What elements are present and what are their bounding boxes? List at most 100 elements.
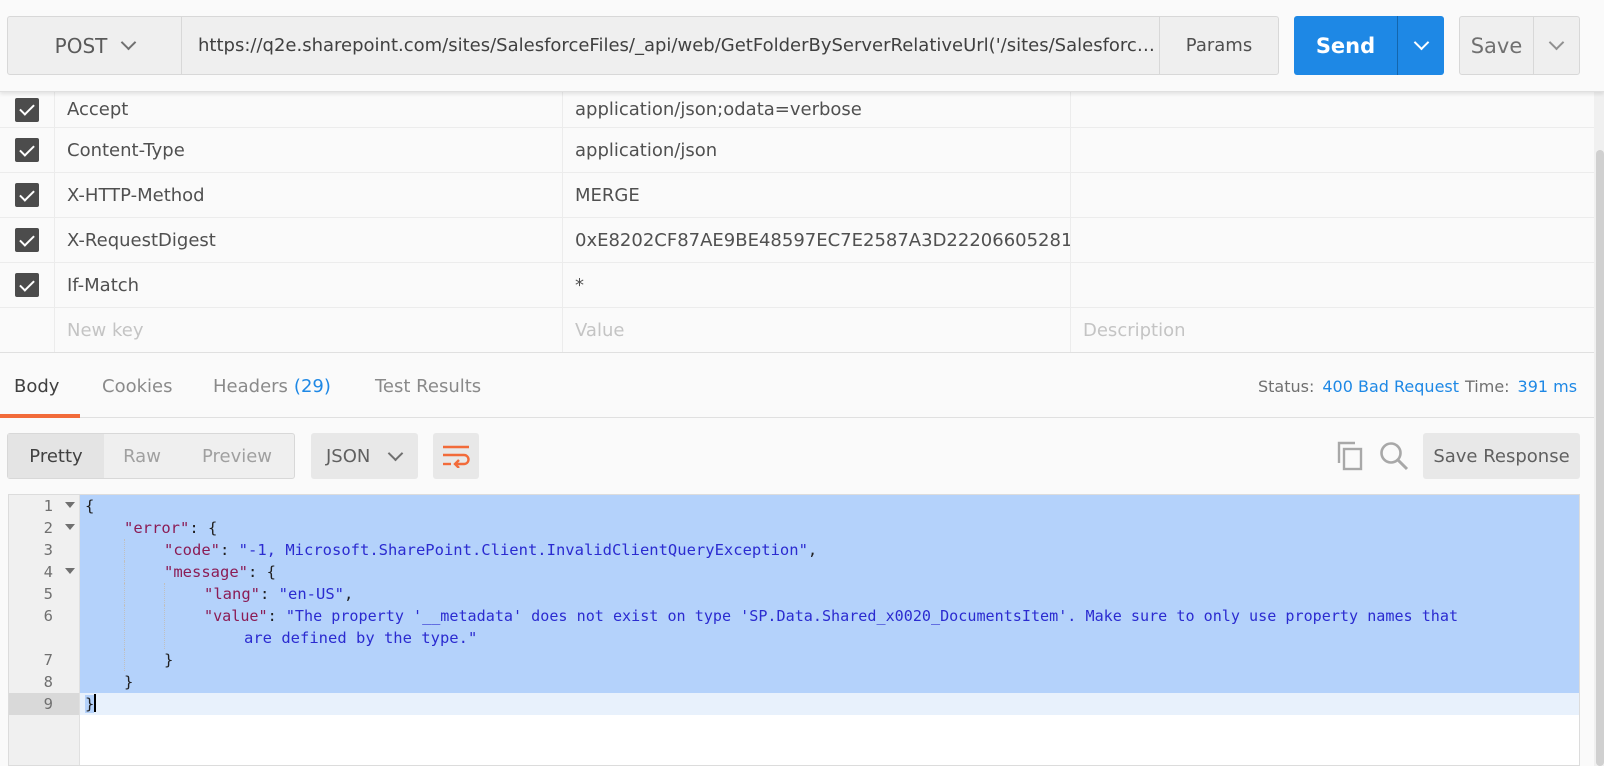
line-number: 3 bbox=[43, 541, 53, 559]
time-value: 391 ms bbox=[1517, 376, 1578, 396]
url-input[interactable]: https://q2e.sharepoint.com/sites/Salesfo… bbox=[182, 17, 1160, 74]
request-bar: POST https://q2e.sharepoint.com/sites/Sa… bbox=[0, 0, 1604, 92]
tab-headers[interactable]: Headers (29) bbox=[213, 353, 331, 419]
header-description[interactable] bbox=[1071, 263, 1594, 307]
header-key[interactable]: Content-Type bbox=[55, 128, 563, 172]
chevron-down-icon bbox=[121, 34, 137, 51]
save-dropdown-button[interactable] bbox=[1534, 17, 1579, 74]
new-key-input[interactable]: New key bbox=[55, 308, 563, 352]
code-text: } bbox=[124, 673, 134, 691]
line-number: 8 bbox=[43, 673, 53, 691]
header-value[interactable]: application/json;odata=verbose bbox=[563, 92, 1071, 127]
view-pretty-button[interactable]: Pretty bbox=[8, 434, 104, 478]
json-key: "code" bbox=[164, 541, 220, 559]
header-key[interactable]: X-RequestDigest bbox=[55, 218, 563, 262]
header-value[interactable]: 0xE8202CF87AE9BE48597EC7E2587A3D22206605… bbox=[563, 218, 1071, 262]
header-key[interactable]: X-HTTP-Method bbox=[55, 173, 563, 217]
url-text: https://q2e.sharepoint.com/sites/Salesfo… bbox=[198, 35, 1159, 56]
new-value-input[interactable]: Value bbox=[563, 308, 1071, 352]
header-checkbox[interactable] bbox=[15, 183, 39, 207]
json-key: "error" bbox=[124, 519, 190, 537]
tab-headers-label: Headers bbox=[213, 375, 288, 397]
url-group: POST https://q2e.sharepoint.com/sites/Sa… bbox=[7, 16, 1279, 75]
wrap-lines-icon bbox=[443, 445, 470, 468]
send-button[interactable]: Send bbox=[1294, 16, 1398, 75]
chevron-down-icon bbox=[388, 445, 404, 461]
header-key[interactable]: If-Match bbox=[55, 263, 563, 307]
fold-arrow-icon[interactable] bbox=[65, 524, 75, 530]
json-string: "The property '__metadata' does not exis… bbox=[285, 607, 1459, 625]
view-raw-button[interactable]: Raw bbox=[104, 434, 180, 478]
header-checkbox[interactable] bbox=[15, 138, 39, 162]
header-row: X-RequestDigest 0xE8202CF87AE9BE48597EC7… bbox=[0, 218, 1594, 263]
chevron-down-icon bbox=[1548, 34, 1565, 51]
fold-arrow-icon[interactable] bbox=[65, 568, 75, 574]
send-dropdown-button[interactable] bbox=[1398, 16, 1444, 75]
line-number: 9 bbox=[9, 693, 79, 715]
params-button[interactable]: Params bbox=[1160, 17, 1278, 74]
time-label: Time: bbox=[1465, 376, 1510, 396]
wrap-lines-button[interactable] bbox=[433, 433, 479, 479]
fold-arrow-icon[interactable] bbox=[65, 502, 75, 508]
view-mode-group: Pretty Raw Preview bbox=[7, 433, 295, 479]
json-key: "message" bbox=[164, 563, 248, 581]
method-select[interactable]: POST bbox=[8, 17, 182, 74]
header-checkbox[interactable] bbox=[15, 273, 39, 297]
code-line: } bbox=[80, 671, 1579, 693]
format-select[interactable]: JSON bbox=[311, 433, 418, 479]
response-body-editor[interactable]: 1 2 3 4 5 6 7 8 9 { "error": { "code": "… bbox=[8, 494, 1580, 766]
header-value[interactable]: application/json bbox=[563, 128, 1071, 172]
save-response-button[interactable]: Save Response bbox=[1423, 433, 1580, 479]
scrollbar-thumb[interactable] bbox=[1596, 150, 1604, 766]
chevron-down-icon bbox=[1413, 34, 1429, 51]
code-text: : bbox=[260, 585, 279, 603]
code-text: , bbox=[807, 541, 818, 559]
line-number: 6 bbox=[43, 607, 53, 625]
format-label: JSON bbox=[326, 445, 371, 467]
header-key[interactable]: Accept bbox=[55, 92, 563, 127]
tab-active-indicator bbox=[0, 414, 80, 418]
view-preview-button[interactable]: Preview bbox=[180, 434, 294, 478]
text-caret bbox=[94, 694, 97, 712]
code-line: "value": "The property '__metadata' does… bbox=[80, 605, 1579, 649]
tab-body[interactable]: Body bbox=[14, 353, 59, 419]
header-value[interactable]: * bbox=[563, 263, 1071, 307]
header-value[interactable]: MERGE bbox=[563, 173, 1071, 217]
copy-icon[interactable] bbox=[1334, 440, 1366, 472]
search-icon[interactable] bbox=[1378, 440, 1410, 472]
tab-cookies[interactable]: Cookies bbox=[102, 353, 172, 419]
save-button[interactable]: Save bbox=[1460, 17, 1534, 74]
code-text: } bbox=[164, 651, 174, 669]
new-description-input[interactable]: Description bbox=[1071, 308, 1594, 352]
method-label: POST bbox=[54, 33, 108, 58]
header-checkbox[interactable] bbox=[15, 228, 39, 252]
code-line: } bbox=[80, 693, 1579, 715]
header-description[interactable] bbox=[1071, 128, 1594, 172]
line-number: 5 bbox=[43, 585, 53, 603]
code-text: : { bbox=[248, 563, 276, 581]
code-text: : { bbox=[189, 519, 218, 537]
code-text: } bbox=[85, 695, 95, 713]
headers-count-badge: (29) bbox=[293, 375, 331, 397]
json-string: are defined by the type." bbox=[244, 629, 478, 647]
code-text: : bbox=[267, 607, 286, 625]
json-string: "en-US" bbox=[278, 585, 344, 603]
json-key: "lang" bbox=[204, 585, 260, 603]
code-line: { bbox=[80, 495, 1579, 517]
header-row-new: New key Value Description bbox=[0, 308, 1594, 353]
status-indicator: Status: 400 Bad Request bbox=[1258, 353, 1459, 419]
line-number-gutter: 1 2 3 4 5 6 7 8 9 bbox=[9, 495, 80, 765]
header-description[interactable] bbox=[1071, 218, 1594, 262]
header-description[interactable] bbox=[1071, 92, 1594, 127]
response-tabs: Body Cookies Headers (29) Test Results St… bbox=[0, 352, 1594, 418]
code-area[interactable]: { "error": { "code": "-1, Microsoft.Shar… bbox=[80, 495, 1579, 765]
header-checkbox[interactable] bbox=[15, 97, 39, 122]
code-line: "error": { bbox=[80, 517, 1579, 539]
header-description[interactable] bbox=[1071, 173, 1594, 217]
headers-table: Accept application/json;odata=verbose Co… bbox=[0, 92, 1594, 353]
send-group: Send bbox=[1294, 16, 1444, 75]
tab-test-results[interactable]: Test Results bbox=[375, 353, 481, 419]
code-line: "lang": "en-US", bbox=[80, 583, 1579, 605]
tab-body-label: Body bbox=[14, 375, 60, 397]
line-number: 7 bbox=[43, 651, 53, 669]
